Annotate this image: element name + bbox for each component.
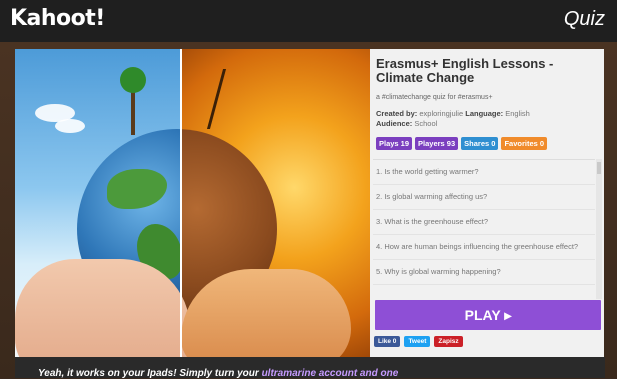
cloud-icon (55, 119, 85, 133)
question-list-scrollbar[interactable] (596, 159, 602, 299)
section-title: Quiz (563, 8, 605, 30)
question-item: 2. Is global warming affecting us? (373, 185, 595, 210)
question-list[interactable]: 1. Is the world getting warmer? 2. Is gl… (373, 159, 595, 300)
pinterest-save-button[interactable]: Zapisz (434, 336, 463, 347)
plays-badge: Plays 19 (376, 137, 413, 150)
quiz-info-panel: Erasmus+ English Lessons - Climate Chang… (370, 49, 604, 357)
created-by-label: Created by: (376, 109, 418, 118)
social-share-bar: Like 0 Tweet Zapisz (374, 336, 463, 347)
hand-left (15, 259, 190, 357)
players-badge: Players 93 (415, 137, 459, 150)
play-button[interactable]: PLAY ▸ (375, 300, 601, 330)
audience-value: School (414, 119, 438, 128)
audience-label: Audience: (376, 119, 413, 128)
quiz-title: Erasmus+ English Lessons - Climate Chang… (376, 56, 554, 85)
language-label: Language: (465, 109, 504, 118)
tree-trunk (131, 89, 135, 135)
question-item: 1. Is the world getting warmer? (373, 160, 595, 185)
quiz-meta: Created by: exploringjulie Language: Eng… (376, 109, 601, 129)
quiz-description: a #climatechange quiz for #erasmus+ (376, 94, 493, 101)
question-item: 3. What is the greenhouse effect? (373, 210, 595, 235)
creator-name[interactable]: exploringjulie (419, 109, 463, 118)
footer-text: Yeah, it works on your Ipads! Simply tur… (38, 368, 262, 379)
favorites-badge: Favorites 0 (501, 137, 548, 150)
question-item: 5. Why is global warming happening? (373, 260, 595, 285)
quiz-cover-image (15, 49, 370, 357)
language-value: English (505, 109, 530, 118)
tweet-button[interactable]: Tweet (404, 336, 431, 347)
top-bar: Kahoot! Quiz (0, 0, 617, 42)
scrollbar-thumb[interactable] (597, 162, 601, 174)
stats-badges: Plays 19 Players 93 Shares 0 Favorites 0 (376, 137, 548, 150)
footer-message: Yeah, it works on your Ipads! Simply tur… (38, 368, 398, 379)
continent-shape (107, 169, 167, 209)
footer-link[interactable]: ultramarine account and one (262, 368, 399, 379)
facebook-like-button[interactable]: Like 0 (374, 336, 401, 347)
kahoot-logo[interactable]: Kahoot! (10, 6, 105, 31)
shares-badge: Shares 0 (461, 137, 499, 150)
image-divider (180, 49, 182, 357)
green-tree-icon (120, 67, 146, 93)
question-item: 4. How are human beings influencing the … (373, 235, 595, 260)
